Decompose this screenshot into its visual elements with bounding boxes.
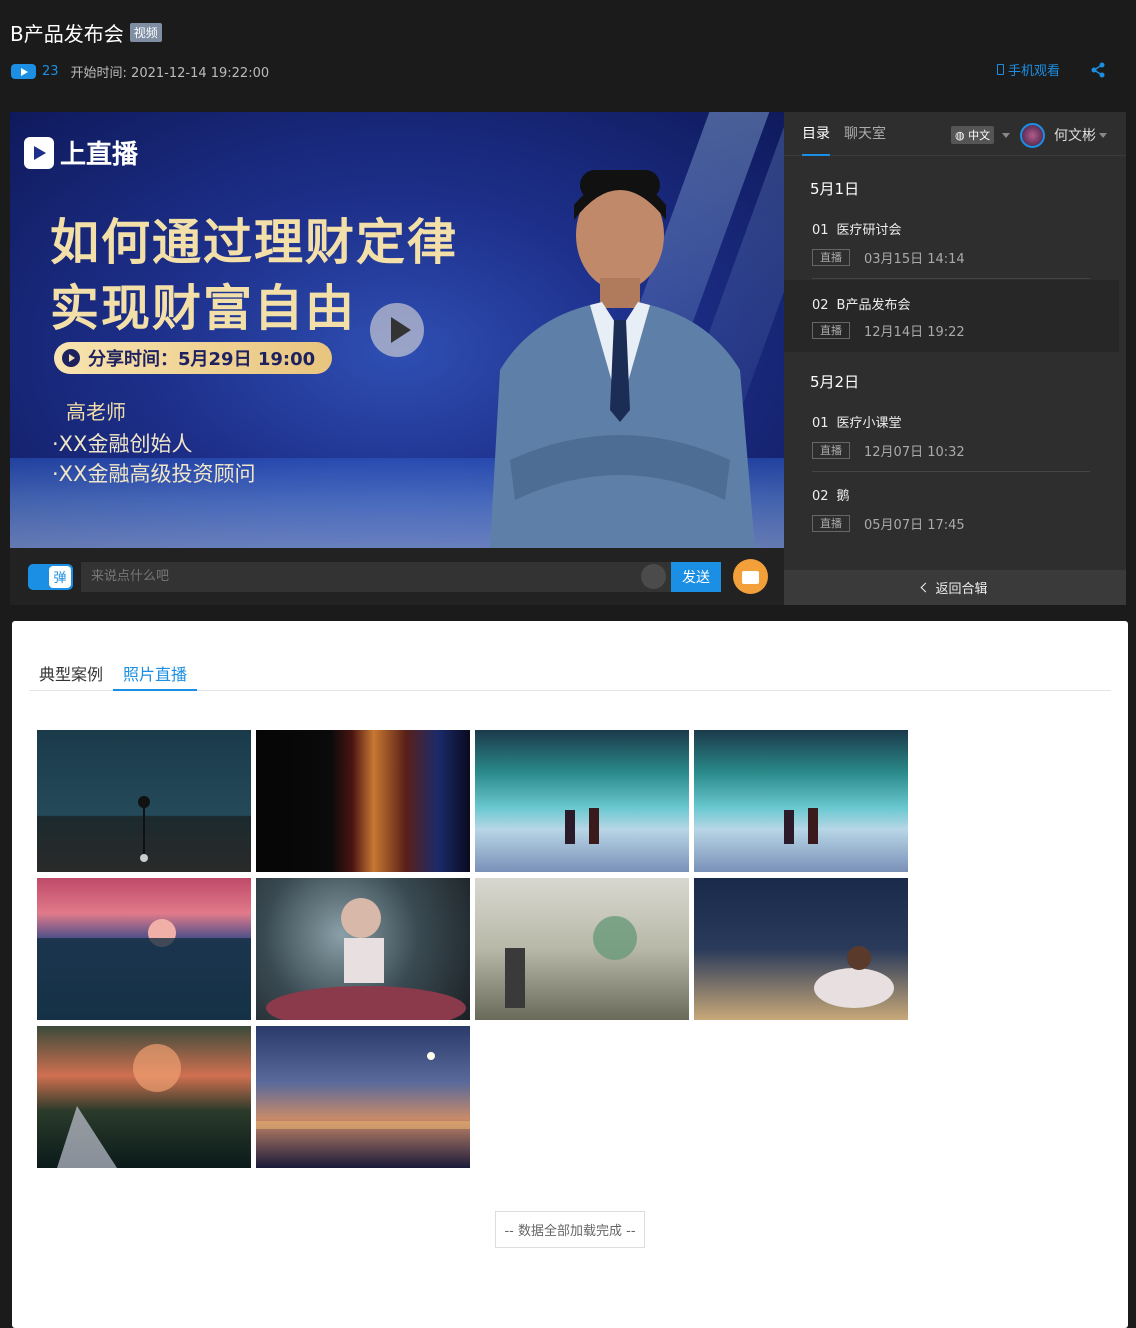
playlist-item[interactable]: 01 医疗研讨会 直播 03月15日 14:14 <box>784 209 1119 281</box>
sidebar-tabs: 目录 聊天室 ◍ 中文 何文彬 <box>784 112 1126 156</box>
item-number: 01 <box>812 223 829 238</box>
tab-catalog[interactable]: 目录 <box>802 112 830 156</box>
live-tag: 直播 <box>812 515 850 532</box>
item-name: B产品发布会 <box>836 298 911 313</box>
back-to-collection-button[interactable]: 返回合辑 <box>784 570 1126 605</box>
item-time: 12月14日 19:22 <box>864 325 965 340</box>
language-label: 中文 <box>968 129 991 142</box>
play-circle-icon <box>62 349 80 367</box>
title-row: B产品发布会 视频 <box>10 18 162 47</box>
photo-image <box>57 1044 181 1168</box>
teacher-name: 高老师 <box>66 400 126 424</box>
item-time: 03月15日 14:14 <box>864 252 965 267</box>
item-time: 12月07日 10:32 <box>864 445 965 460</box>
live-tag: 直播 <box>812 249 850 266</box>
playlist-item-title: 01 医疗小课堂 <box>812 412 902 431</box>
load-complete-label: -- 数据全部加载完成 -- <box>495 1211 645 1248</box>
share-time-text: 分享时间：5月29日 19:00 <box>88 349 316 370</box>
item-name: 医疗研讨会 <box>836 223 902 238</box>
photo-image <box>266 898 466 1020</box>
playlist-item[interactable]: 02 鹅 直播 05月07日 17:45 <box>784 475 1119 547</box>
video-player[interactable]: 上直播 如何通过理财定律 实现财富自由 分享时间：5月29日 19:00 高老师… <box>10 112 784 548</box>
item-number: 02 <box>812 489 829 504</box>
content-tabs: 典型案例 照片直播 <box>29 651 1111 691</box>
page-title: B产品发布会 <box>10 22 124 46</box>
item-name: 医疗小课堂 <box>836 416 902 431</box>
brand-logo: 上直播 <box>24 134 138 171</box>
chevron-left-icon <box>921 582 931 593</box>
language-select[interactable]: ◍ 中文 <box>951 126 995 144</box>
photo-thumbnail[interactable] <box>694 730 908 872</box>
playlist-item-title: 01 医疗研讨会 <box>812 219 902 238</box>
brand-name: 上直播 <box>60 140 139 170</box>
user-name[interactable]: 何文彬 <box>1054 125 1096 145</box>
gift-icon[interactable] <box>733 559 768 594</box>
teacher-title-1: ·XX金融创始人 <box>52 432 193 456</box>
item-name: 鹅 <box>836 489 850 504</box>
playlist-item-title: 02 鹅 <box>812 485 850 504</box>
photo-thumbnail[interactable] <box>694 878 908 1020</box>
playlist-sidebar: 目录 聊天室 ◍ 中文 何文彬 5月1日 01 医疗研讨会 直播 03月15日 1… <box>784 112 1126 605</box>
danmaku-toggle[interactable]: 弹 <box>28 563 73 590</box>
chat-input[interactable] <box>81 561 671 592</box>
tab-chatroom[interactable]: 聊天室 <box>844 112 886 156</box>
photo-image <box>784 808 818 844</box>
live-tag: 直播 <box>812 322 850 339</box>
live-tag: 直播 <box>812 442 850 459</box>
start-time: 开始时间: 2021-12-14 19:22:00 <box>70 66 270 81</box>
video-badge: 视频 <box>129 23 162 42</box>
photo-image <box>565 808 599 844</box>
playlist-item-active[interactable]: 02 B产品发布会 直播 12月14日 19:22 <box>784 280 1119 352</box>
teacher-title-2: ·XX金融高级投资顾问 <box>52 462 256 486</box>
tab-typical-cases[interactable]: 典型案例 <box>29 651 113 691</box>
tab-photo-live[interactable]: 照片直播 <box>113 651 198 691</box>
photo-thumbnail[interactable] <box>475 878 689 1020</box>
photo-thumbnail[interactable] <box>256 1026 470 1168</box>
back-label: 返回合辑 <box>935 582 988 597</box>
photo-image <box>505 916 637 1008</box>
share-time-pill: 分享时间：5月29日 19:00 <box>54 342 332 374</box>
send-button[interactable]: 发送 <box>671 561 721 592</box>
group-date: 5月1日 <box>810 180 860 198</box>
chat-bar: 弹 发送 <box>10 548 784 605</box>
phone-icon <box>996 64 1004 75</box>
photo-image <box>256 1052 470 1129</box>
photo-image <box>37 919 251 1020</box>
play-views-icon <box>11 64 36 79</box>
photo-image <box>814 946 894 1008</box>
item-time: 05月07日 17:45 <box>864 518 965 533</box>
mobile-watch-label: 手机观看 <box>1007 64 1060 79</box>
emoji-icon[interactable] <box>641 564 666 589</box>
chevron-down-icon <box>1002 133 1010 138</box>
play-button[interactable] <box>370 303 424 357</box>
playlist-item[interactable]: 01 医疗小课堂 直播 12月07日 10:32 <box>784 402 1119 474</box>
mobile-watch-button[interactable]: 手机观看 <box>996 60 1060 79</box>
views-count: 23 <box>42 64 59 79</box>
divider <box>812 471 1090 472</box>
photo-thumbnail[interactable] <box>256 730 470 872</box>
avatar[interactable] <box>1020 123 1045 148</box>
content-panel: 典型案例 照片直播 -- 数据全部加载完成 -- <box>12 621 1128 1328</box>
photo-thumbnail[interactable] <box>37 730 251 872</box>
group-date: 5月2日 <box>810 373 860 391</box>
photo-thumbnail[interactable] <box>475 730 689 872</box>
playlist-item-title: 02 B产品发布会 <box>812 294 910 313</box>
photo-thumbnail[interactable] <box>37 878 251 1020</box>
share-icon[interactable] <box>1090 62 1106 78</box>
meta-row: 23 开始时间: 2021-12-14 19:22:00 <box>11 62 269 81</box>
brand-logo-icon <box>24 136 54 169</box>
danmaku-toggle-label: 弹 <box>49 565 71 588</box>
divider <box>812 278 1090 279</box>
item-number: 02 <box>812 298 829 313</box>
presenter-image <box>490 170 755 548</box>
headline-line-1: 如何通过理财定律 <box>50 214 459 271</box>
photo-thumbnail[interactable] <box>256 878 470 1020</box>
header-actions: 手机观看 <box>996 60 1106 79</box>
photo-thumbnail[interactable] <box>37 1026 251 1168</box>
chevron-down-icon <box>1099 133 1107 138</box>
item-number: 01 <box>812 416 829 431</box>
photo-image <box>138 796 150 862</box>
